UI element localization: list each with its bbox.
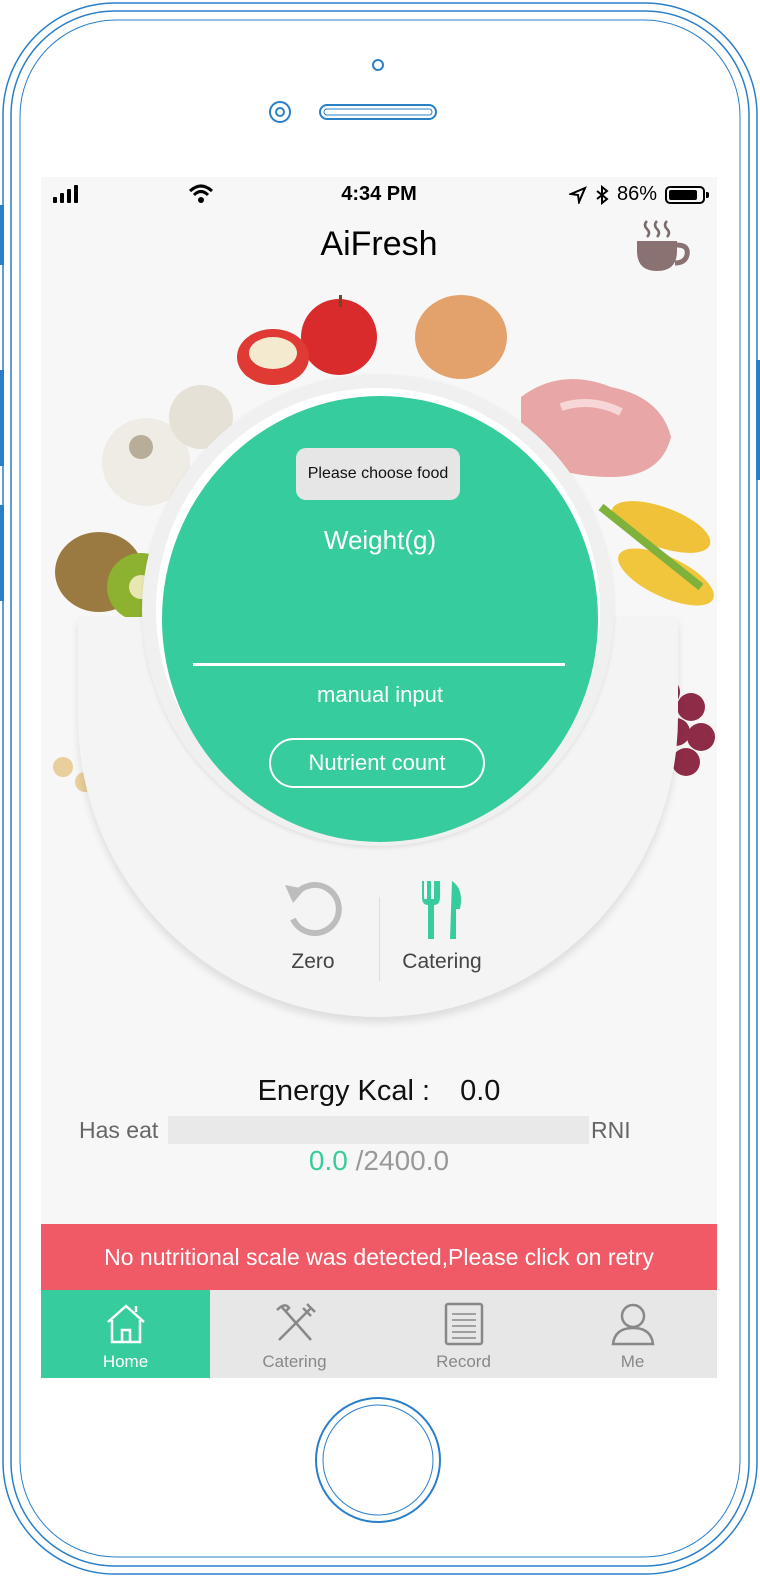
tab-catering-label: Catering	[262, 1352, 327, 1371]
weight-input-underline[interactable]	[193, 663, 565, 666]
weight-label: Weight(g)	[323, 525, 437, 555]
target-value: /2400.0	[355, 1145, 450, 1176]
tab-me[interactable]: Me	[548, 1290, 717, 1378]
status-bar: 4:34 PM 86%	[41, 177, 717, 215]
fork-knife-icon	[422, 881, 461, 939]
tab-home-label: Home	[102, 1352, 149, 1371]
bluetooth-icon	[596, 184, 609, 205]
energy-value: 0.0	[460, 1075, 501, 1107]
reset-icon	[285, 882, 342, 936]
zero-button[interactable]: Zero	[273, 877, 353, 974]
catering-label: Catering	[402, 950, 482, 973]
tab-record[interactable]: Record	[379, 1290, 548, 1378]
energy-summary: Energy Kcal : 0.0	[41, 1075, 717, 1108]
tab-home[interactable]: Home	[41, 1290, 210, 1378]
catering-button[interactable]: Catering	[391, 877, 493, 974]
choose-food-button[interactable]: Please choose food	[296, 448, 460, 500]
tab-me-label: Me	[620, 1352, 645, 1371]
manual-input-link[interactable]: manual input	[162, 682, 598, 708]
tab-record-label: Record	[436, 1352, 491, 1371]
nutrient-count-button[interactable]: Nutrient count	[269, 738, 485, 788]
scale-not-detected-alert[interactable]: No nutritional scale was detected,Please…	[41, 1224, 717, 1290]
rni-label: RNI	[591, 1117, 631, 1143]
tab-catering[interactable]: Catering	[210, 1290, 379, 1378]
page-title: AiFresh	[320, 225, 438, 263]
battery-percent: 86%	[616, 183, 657, 205]
tab-bar: Home Catering Record Me	[41, 1290, 717, 1378]
has-eat-label: Has eat	[79, 1117, 159, 1143]
home-icon	[106, 1304, 145, 1344]
fork-knife-icon	[275, 1303, 316, 1341]
action-divider	[379, 897, 380, 981]
zero-label: Zero	[291, 950, 335, 973]
record-list-icon	[444, 1302, 483, 1346]
user-icon	[611, 1303, 654, 1346]
app-screen: 4:34 PM 86% AiFresh Please choose food W…	[41, 177, 717, 1378]
energy-label: Energy Kcal :	[257, 1075, 431, 1107]
location-arrow-icon	[568, 185, 587, 204]
intake-progress-bar	[168, 1116, 589, 1144]
eaten-value: 0.0	[308, 1145, 348, 1176]
battery-icon	[665, 185, 709, 204]
coffee-cup-icon[interactable]	[633, 217, 691, 275]
intake-ratio: 0.0 /2400.0	[41, 1145, 717, 1177]
